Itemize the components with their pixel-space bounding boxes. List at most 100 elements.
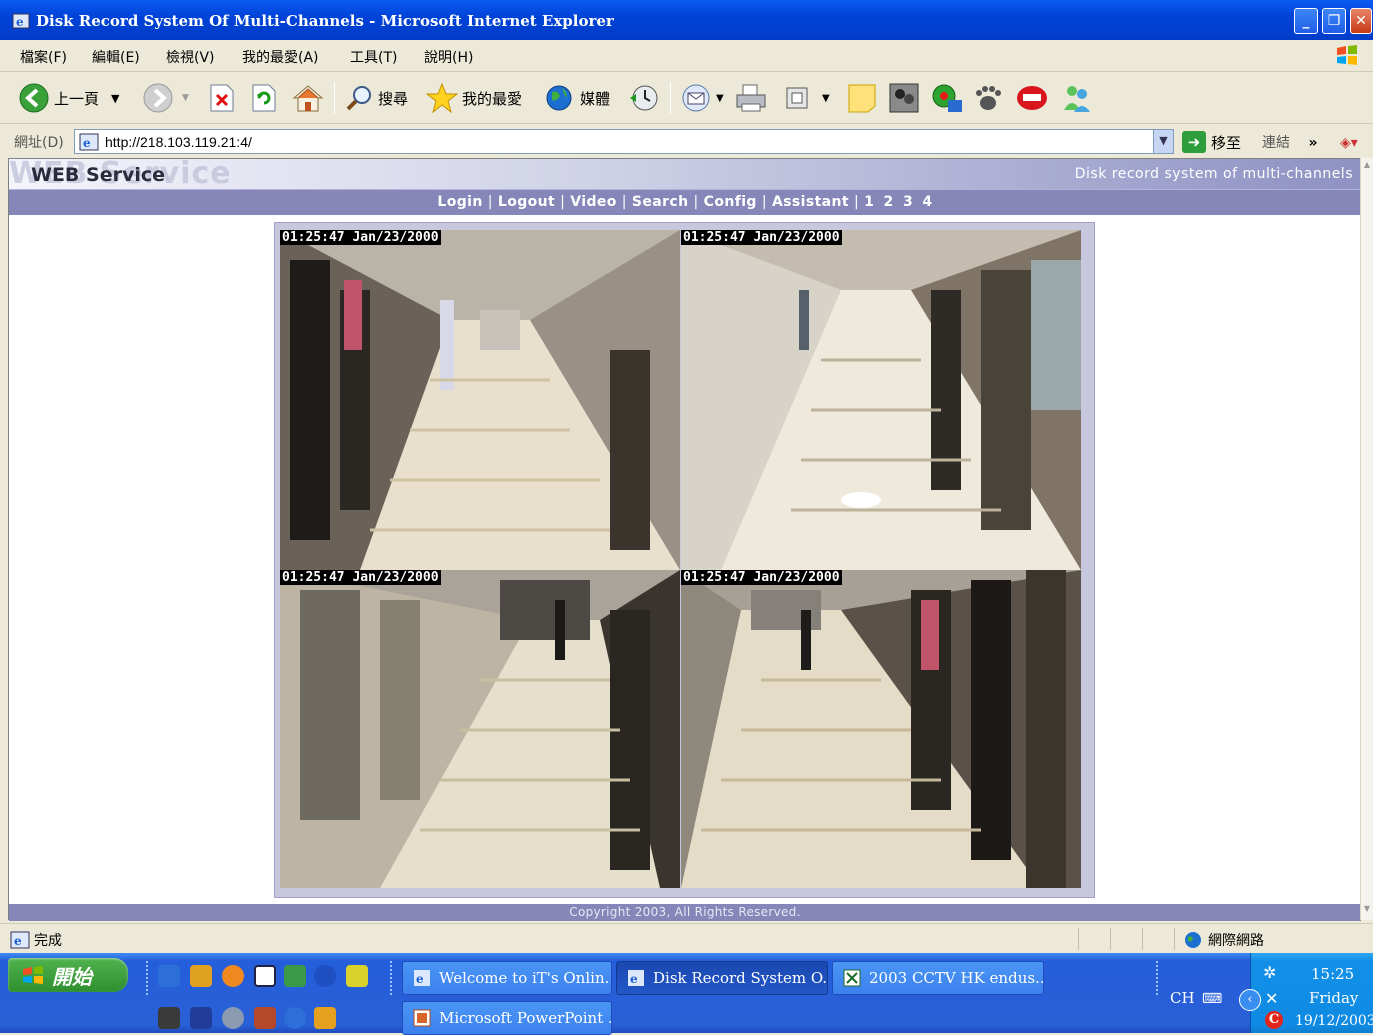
language-indicator[interactable]: CH — [1170, 989, 1195, 1007]
quicklaunch-grip[interactable] — [146, 961, 150, 995]
info-quicklaunch-icon[interactable] — [314, 965, 336, 987]
svg-text:e: e — [416, 972, 424, 986]
video-grid: 01:25:47 Jan/23/2000 01:25:47 Jan/23/200… — [274, 222, 1095, 898]
go-button[interactable]: ➜ 移至 — [1182, 129, 1241, 155]
app-quicklaunch-icon[interactable] — [314, 1007, 336, 1029]
scroll-up-icon[interactable]: ▲ — [1361, 160, 1373, 174]
stop-button[interactable] — [208, 82, 236, 114]
nav-logout[interactable]: Logout — [496, 194, 557, 210]
back-button[interactable]: 上一頁 ▼ — [18, 82, 119, 114]
edit-dropdown-icon[interactable]: ▼ — [822, 93, 830, 104]
nav-divider: | — [693, 194, 699, 210]
address-input[interactable]: e http://218.103.119.21:4/ ▼ — [74, 129, 1174, 154]
nav-page-2[interactable]: 2 — [882, 194, 896, 210]
favorites-button[interactable]: 我的最愛 — [426, 82, 522, 114]
camera-view-image — [280, 230, 680, 570]
links-more-icon[interactable]: » — [1308, 135, 1317, 151]
discuss-button[interactable] — [846, 82, 878, 114]
search-label: 搜尋 — [378, 89, 409, 108]
back-arrow-icon — [19, 83, 49, 113]
app-quicklaunch-icon[interactable] — [158, 1007, 180, 1029]
nav-page-1[interactable]: 1 — [862, 194, 876, 210]
search-button[interactable]: 搜尋 — [344, 82, 408, 114]
media-player-quicklaunch-icon[interactable] — [222, 965, 244, 987]
nav-search[interactable]: Search — [630, 194, 691, 210]
close-button[interactable]: ✕ — [1350, 8, 1372, 34]
nav-config[interactable]: Config — [702, 194, 759, 210]
back-dropdown-icon[interactable]: ▼ — [111, 92, 119, 105]
window-title-bar[interactable]: e Disk Record System Of Multi-Channels -… — [0, 0, 1373, 40]
security-zone: 網際網路 — [1184, 930, 1264, 950]
nav-login[interactable]: Login — [435, 194, 484, 210]
mail-button[interactable]: ▼ — [680, 82, 724, 114]
refresh-button[interactable] — [250, 82, 278, 114]
app-quicklaunch-icon[interactable] — [284, 1007, 306, 1029]
antivirus-tray-icon[interactable]: C — [1265, 1011, 1283, 1029]
forward-dropdown-icon[interactable]: ▼ — [182, 93, 189, 103]
nav-video[interactable]: Video — [568, 194, 619, 210]
history-button[interactable] — [628, 82, 660, 114]
camera-1-timestamp: 01:25:47 Jan/23/2000 — [280, 230, 441, 245]
menu-tools[interactable]: 工具(T) — [350, 47, 397, 67]
camera-feed-2[interactable]: 01:25:47 Jan/23/2000 — [681, 230, 1081, 570]
paw-button[interactable] — [972, 82, 1004, 114]
camera-feed-1[interactable]: 01:25:47 Jan/23/2000 — [280, 230, 680, 570]
show-hidden-icons-icon[interactable]: ‹ — [1239, 989, 1261, 1011]
minimize-button[interactable]: _ — [1294, 8, 1318, 34]
app-quicklaunch-icon[interactable] — [254, 1007, 276, 1029]
flash-quicklaunch-icon[interactable] — [190, 965, 212, 987]
internet-globe-icon — [1185, 932, 1201, 948]
nav-assistant[interactable]: Assistant — [770, 194, 851, 210]
nav-page-3[interactable]: 3 — [901, 194, 915, 210]
word-quicklaunch-icon[interactable] — [254, 965, 276, 987]
menu-file[interactable]: 檔案(F) — [20, 47, 67, 67]
print-button[interactable] — [734, 82, 768, 114]
media-button[interactable]: 媒體 — [544, 82, 610, 114]
clock-time[interactable]: 15:25 — [1311, 965, 1354, 983]
status-bar: e 完成 網際網路 — [0, 923, 1373, 953]
menu-edit[interactable]: 編輯(E) — [92, 47, 140, 67]
taskbar-grip[interactable] — [390, 961, 394, 995]
taskbar-button-cctv[interactable]: 2003 CCTV HK endus... — [832, 961, 1044, 995]
camera-feed-4[interactable]: 01:25:47 Jan/23/2000 — [681, 570, 1081, 910]
start-button[interactable]: 開始 — [8, 958, 128, 992]
camera-feed-3[interactable]: 01:25:47 Jan/23/2000 — [280, 570, 680, 910]
translate-icon[interactable]: ◈▾ — [1340, 135, 1358, 151]
svg-text:e: e — [14, 934, 22, 948]
restore-button[interactable]: ❐ — [1322, 8, 1346, 34]
mail-dropdown-icon[interactable]: ▼ — [716, 93, 724, 104]
scroll-down-icon[interactable]: ▼ — [1361, 904, 1373, 918]
edit-button[interactable]: ▼ — [784, 82, 830, 114]
app-quicklaunch-icon[interactable] — [190, 1007, 212, 1029]
vertical-scrollbar[interactable]: ▲ ▼ — [1360, 158, 1373, 920]
app-quicklaunch-icon[interactable] — [222, 1007, 244, 1029]
taskbar-button-powerpoint[interactable]: Microsoft PowerPoint ... — [402, 1001, 612, 1035]
icq-button[interactable] — [930, 82, 964, 114]
ie-quicklaunch-icon[interactable] — [158, 965, 180, 987]
nav-divider: | — [853, 194, 860, 210]
excel-quicklaunch-icon[interactable] — [284, 965, 306, 987]
people-button[interactable] — [1060, 82, 1094, 114]
page-viewport: WEB Service WEB Service Disk record syst… — [8, 156, 1361, 921]
camera-2-timestamp: 01:25:47 Jan/23/2000 — [681, 230, 842, 245]
pig-button[interactable] — [1014, 82, 1050, 114]
messenger-button[interactable] — [888, 82, 920, 114]
menu-favorites[interactable]: 我的最愛(A) — [242, 47, 319, 67]
app-quicklaunch-icon[interactable] — [346, 965, 368, 987]
connection-tray-icon[interactable]: ✕ — [1265, 989, 1278, 1008]
taskbar-button-disk-record[interactable]: e Disk Record System O... — [616, 961, 828, 995]
forward-button[interactable]: ▼ — [142, 82, 189, 114]
links-button[interactable]: 連結 » ◈▾ — [1262, 132, 1358, 152]
taskbar-button-welcome[interactable]: e Welcome to iT's Onlin... — [402, 961, 612, 995]
menu-view[interactable]: 檢視(V) — [166, 47, 215, 67]
standard-toolbar: 上一頁 ▼ ▼ 搜尋 我的最愛 媒體 ▼ ▼ — [0, 72, 1373, 124]
nav-page-4[interactable]: 4 — [920, 194, 934, 210]
tray-grip[interactable] — [1156, 961, 1160, 995]
network-tray-icon[interactable]: ✲ — [1263, 963, 1276, 982]
star-icon — [426, 82, 458, 114]
home-button[interactable] — [292, 82, 324, 114]
links-label: 連結 — [1262, 135, 1290, 151]
address-dropdown-icon[interactable]: ▼ — [1153, 130, 1173, 153]
menu-help[interactable]: 說明(H) — [424, 47, 473, 67]
keyboard-icon[interactable]: ⌨ — [1202, 991, 1222, 1007]
